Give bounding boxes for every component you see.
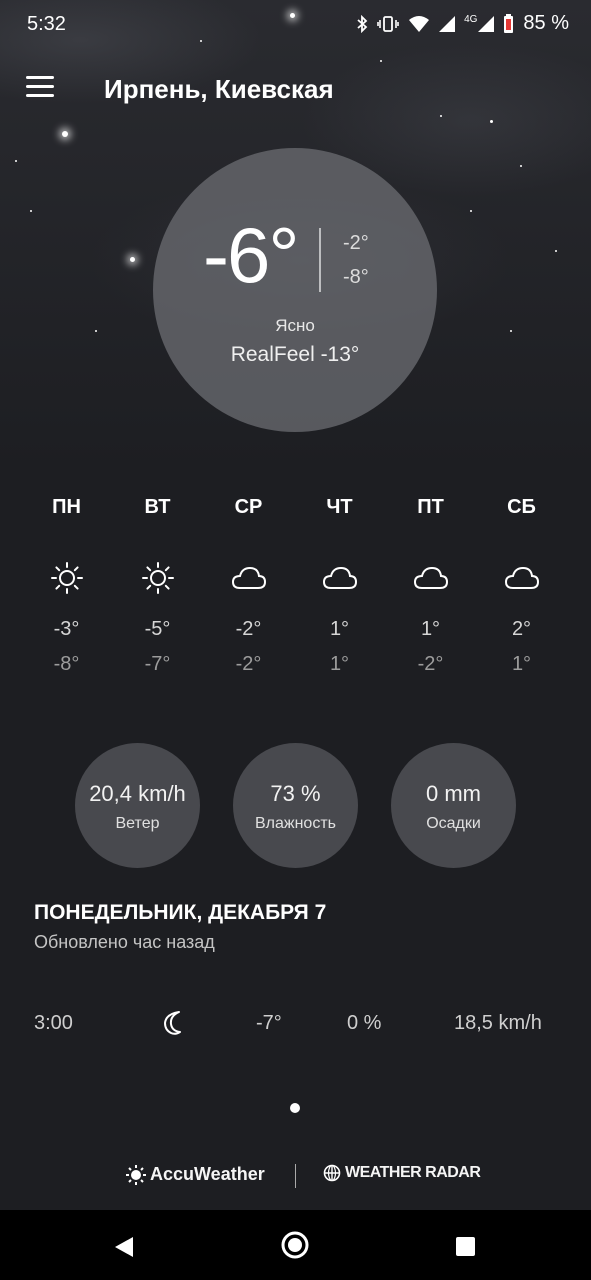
day-name: ПТ	[417, 496, 444, 518]
current-temperature: -6°	[203, 211, 300, 299]
star	[520, 165, 522, 167]
cloud-icon	[203, 558, 294, 598]
condition-text: Ясно	[275, 316, 315, 335]
moon-icon	[164, 1010, 188, 1042]
sun-icon	[112, 558, 203, 598]
precip-label: Осадки	[426, 815, 481, 832]
hour-temp: -7°	[256, 1012, 282, 1034]
home-icon[interactable]	[280, 1230, 310, 1260]
precip-bubble[interactable]: 0 mm Осадки	[391, 743, 516, 868]
hamburger-menu-icon[interactable]	[26, 76, 54, 98]
system-navigation-bar	[0, 1210, 591, 1280]
forecast-day[interactable]: ПТ 1° -2°	[385, 496, 476, 676]
day-high: 1°	[420, 618, 441, 640]
sun-icon	[21, 558, 112, 598]
star	[380, 60, 382, 62]
accuweather-sun-icon	[126, 1164, 146, 1185]
day-low: -8°	[53, 653, 80, 675]
temp-divider	[319, 228, 321, 292]
weather-radar-logo[interactable]: WEATHER RADAR	[323, 1164, 481, 1182]
accuweather-text: AccuWeather	[150, 1164, 265, 1184]
battery-icon	[504, 13, 514, 33]
day-high: -3°	[53, 618, 80, 640]
realfeel-text: RealFeel -13°	[230, 343, 360, 366]
star	[510, 330, 512, 332]
weather-radar-text: WEATHER RADAR	[345, 1164, 481, 1181]
signal-icon	[439, 15, 456, 32]
bluetooth-icon	[357, 14, 368, 33]
daily-forecast: ПН -3° -8° ВТ -5° -7° СР -2° -2° ЧТ 1° 1…	[21, 496, 567, 676]
star	[440, 115, 442, 117]
forecast-day[interactable]: ПН -3° -8°	[21, 496, 112, 676]
updated-text: Обновлено час назад	[34, 932, 215, 952]
day-low: 1°	[511, 653, 532, 675]
branding-bar: AccuWeather WEATHER RADAR	[0, 1164, 591, 1190]
back-icon[interactable]	[113, 1236, 135, 1258]
current-weather-circle[interactable]: -6° -2° -8° Ясно RealFeel -13°	[153, 148, 437, 432]
star	[555, 250, 557, 252]
forecast-day[interactable]: СБ 2° 1°	[476, 496, 567, 676]
day-name: СБ	[507, 496, 536, 518]
hourly-row[interactable]: 3:00 -7° 0 % 18,5 km/h	[34, 1010, 558, 1042]
vibrate-icon	[377, 15, 399, 32]
day-name: ПН	[52, 496, 81, 518]
today-low: -8°	[343, 266, 369, 288]
location-title[interactable]: Ирпень, Киевская	[104, 74, 334, 105]
wifi-icon	[409, 15, 430, 32]
forecast-day[interactable]: СР -2° -2°	[203, 496, 294, 676]
day-name: СР	[234, 496, 263, 518]
cloud-icon	[294, 558, 385, 598]
forecast-day[interactable]: ВТ -5° -7°	[112, 496, 203, 676]
day-high: -2°	[235, 618, 262, 640]
star	[15, 160, 17, 162]
status-icons: 4G 85 %	[356, 12, 569, 35]
cloud-icon	[476, 558, 567, 598]
cloud-icon	[385, 558, 476, 598]
hour-precip: 0 %	[347, 1012, 382, 1034]
page-indicator-dot	[290, 1103, 300, 1113]
day-low: -2°	[235, 653, 262, 675]
star	[470, 210, 472, 212]
accuweather-logo[interactable]: AccuWeather	[126, 1164, 265, 1185]
network-type: 4G	[464, 14, 478, 25]
hour-time: 3:00	[34, 1012, 73, 1034]
star	[490, 120, 493, 123]
day-high: 1°	[329, 618, 350, 640]
today-high: -2°	[343, 232, 369, 254]
day-high: -5°	[144, 618, 171, 640]
radar-globe-icon	[323, 1164, 341, 1182]
day-name: ЧТ	[326, 496, 353, 518]
day-low: -2°	[417, 653, 444, 675]
wind-value: 20,4 km/h	[89, 781, 186, 806]
star	[30, 210, 32, 212]
hour-wind: 18,5 km/h	[454, 1012, 542, 1034]
day-low: -7°	[144, 653, 171, 675]
signal-4g-icon	[478, 15, 495, 32]
day-high: 2°	[511, 618, 532, 640]
battery-percent: 85 %	[523, 12, 569, 34]
star	[62, 131, 68, 137]
star	[95, 330, 97, 332]
status-time: 5:32	[27, 13, 66, 35]
wind-label: Ветер	[115, 815, 160, 832]
forecast-day[interactable]: ЧТ 1° 1°	[294, 496, 385, 676]
humidity-label: Влажность	[254, 815, 336, 832]
recents-icon[interactable]	[455, 1236, 476, 1257]
precip-value: 0 mm	[426, 781, 481, 806]
day-low: 1°	[329, 653, 350, 675]
humidity-value: 73 %	[270, 781, 321, 806]
status-bar: 5:32 4G 85 %	[0, 0, 591, 48]
star	[130, 257, 135, 262]
day-name: ВТ	[144, 496, 171, 518]
detail-date-title: ПОНЕДЕЛЬНИК, ДЕКАБРЯ 7	[34, 901, 327, 924]
wind-bubble[interactable]: 20,4 km/h Ветер	[75, 743, 200, 868]
brand-divider	[295, 1164, 296, 1188]
humidity-bubble[interactable]: 73 % Влажность	[233, 743, 358, 868]
